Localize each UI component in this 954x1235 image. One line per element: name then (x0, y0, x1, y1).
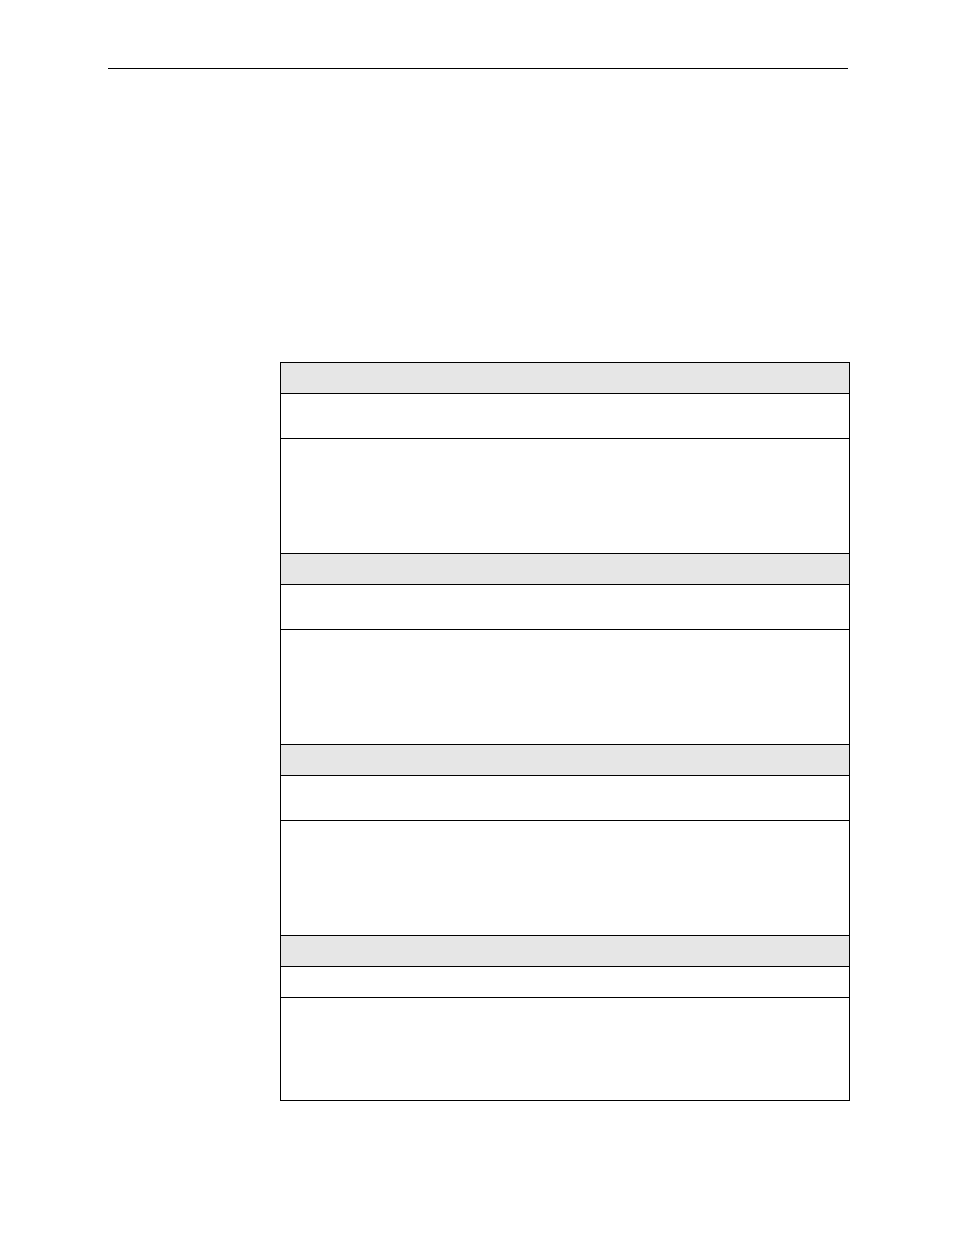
table-cell (281, 936, 850, 967)
table-cell (281, 363, 850, 394)
table-cell (281, 967, 850, 998)
table-row (281, 998, 850, 1101)
layout-table (280, 362, 850, 1101)
table-row (281, 554, 850, 585)
table-row (281, 394, 850, 439)
table-row (281, 821, 850, 936)
table-cell (281, 554, 850, 585)
table-row (281, 745, 850, 776)
table-row (281, 630, 850, 745)
table-cell (281, 630, 850, 745)
table-row (281, 936, 850, 967)
table-cell (281, 745, 850, 776)
table-cell (281, 585, 850, 630)
table-row (281, 585, 850, 630)
header-rule (108, 68, 848, 69)
table-cell (281, 998, 850, 1101)
table-row (281, 363, 850, 394)
table-cell (281, 776, 850, 821)
table-row (281, 776, 850, 821)
table-row (281, 439, 850, 554)
table-row (281, 967, 850, 998)
table-cell (281, 394, 850, 439)
table-cell (281, 439, 850, 554)
table-cell (281, 821, 850, 936)
